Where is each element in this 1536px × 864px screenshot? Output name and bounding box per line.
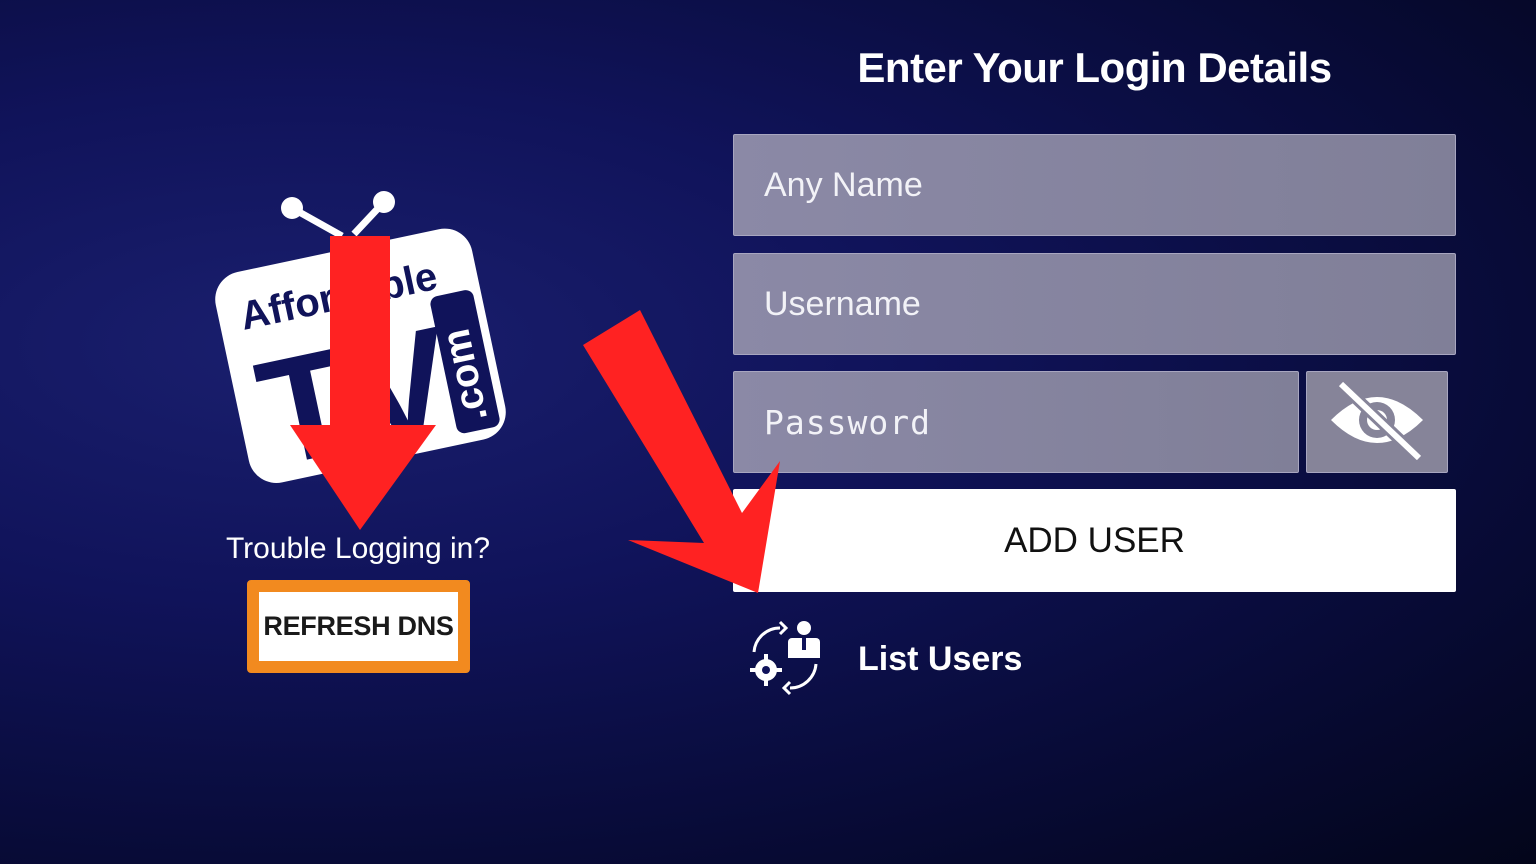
list-users-button[interactable]: List Users (748, 618, 1022, 701)
user-settings-sync-icon (748, 618, 822, 701)
eye-slash-icon (1327, 379, 1427, 465)
username-input[interactable] (762, 283, 1455, 325)
affordabletv-logo: Affordable TV .com (212, 188, 507, 498)
refresh-dns-button[interactable]: REFRESH DNS (247, 580, 470, 673)
list-users-label: List Users (858, 640, 1023, 678)
any-name-input[interactable] (762, 164, 1455, 206)
trouble-logging-text: Trouble Logging in? (225, 532, 491, 565)
password-input[interactable] (762, 401, 1298, 443)
any-name-field[interactable] (733, 134, 1456, 236)
password-field[interactable] (733, 371, 1299, 473)
refresh-dns-label: REFRESH DNS (259, 592, 458, 661)
add-user-button[interactable]: ADD USER (733, 489, 1456, 592)
toggle-password-visibility-button[interactable] (1306, 371, 1448, 473)
username-field[interactable] (733, 253, 1456, 355)
page-title: Enter Your Login Details (857, 44, 1332, 91)
